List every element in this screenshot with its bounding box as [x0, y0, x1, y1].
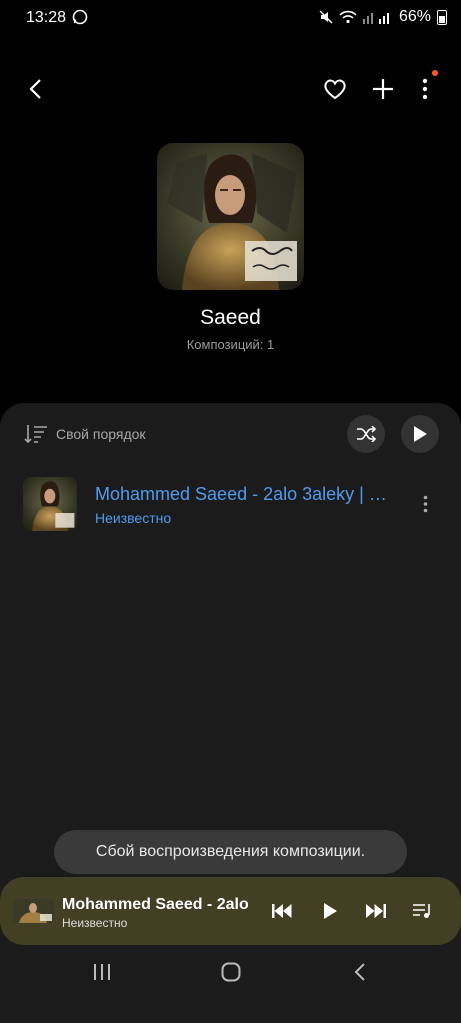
mini-play-button[interactable] — [310, 891, 350, 931]
nav-back-button[interactable] — [340, 952, 380, 992]
status-time: 13:28 — [26, 9, 67, 26]
sort-icon[interactable] — [24, 424, 48, 444]
track-title: Mohammed Saeed - 2alo 3aleky | محمد سعيد… — [95, 484, 395, 504]
whatsapp-icon — [72, 9, 88, 25]
back-arrow-icon — [29, 79, 41, 99]
more-vert-icon — [423, 495, 427, 513]
track-artist: Неизвестно — [95, 510, 172, 526]
track-thumbnail — [23, 477, 77, 531]
mini-player-title: Mohammed Saeed - 2alo — [62, 896, 248, 913]
wifi-icon — [339, 10, 357, 24]
next-button[interactable] — [356, 891, 396, 931]
notification-dot — [432, 70, 438, 76]
back-chevron-icon — [354, 963, 365, 981]
error-toast: Сбой воспроизведения композиции. — [54, 830, 407, 874]
more-options-button[interactable] — [405, 69, 445, 109]
shuffle-icon — [357, 426, 376, 442]
mini-player-artist: Неизвестно — [62, 916, 128, 930]
queue-button[interactable] — [403, 891, 443, 931]
album-artwork — [157, 143, 304, 290]
play-all-button[interactable] — [401, 415, 439, 453]
status-right: 66% — [319, 8, 447, 26]
favorite-button[interactable] — [315, 69, 355, 109]
track-artwork — [23, 477, 77, 531]
home-icon — [221, 962, 241, 982]
play-icon — [323, 903, 337, 919]
album-cover — [157, 143, 304, 290]
battery-percent: 66% — [398, 8, 431, 25]
album-track-count: Композиций: 1 — [186, 337, 275, 352]
back-button[interactable] — [15, 69, 55, 109]
album-title: Saeed — [200, 306, 261, 329]
shuffle-button[interactable] — [347, 415, 385, 453]
skip-previous-icon — [272, 904, 292, 918]
skip-next-icon — [366, 904, 386, 918]
track-more-button[interactable] — [405, 484, 445, 524]
nav-recent-apps-button[interactable] — [82, 952, 122, 992]
previous-button[interactable] — [262, 891, 302, 931]
nav-home-button[interactable] — [211, 952, 251, 992]
heart-icon — [324, 79, 346, 100]
add-button[interactable] — [363, 69, 403, 109]
signal-icon — [362, 13, 389, 24]
sort-order-label[interactable]: Свой порядок — [56, 426, 146, 442]
more-vert-icon — [422, 78, 428, 100]
battery-icon — [437, 9, 447, 25]
plus-icon — [373, 79, 393, 99]
mini-artwork — [13, 899, 54, 923]
mute-icon — [319, 10, 333, 24]
mini-player-thumbnail — [13, 899, 54, 923]
queue-music-icon — [413, 904, 430, 918]
play-icon — [414, 426, 427, 442]
recent-apps-icon — [94, 964, 110, 980]
